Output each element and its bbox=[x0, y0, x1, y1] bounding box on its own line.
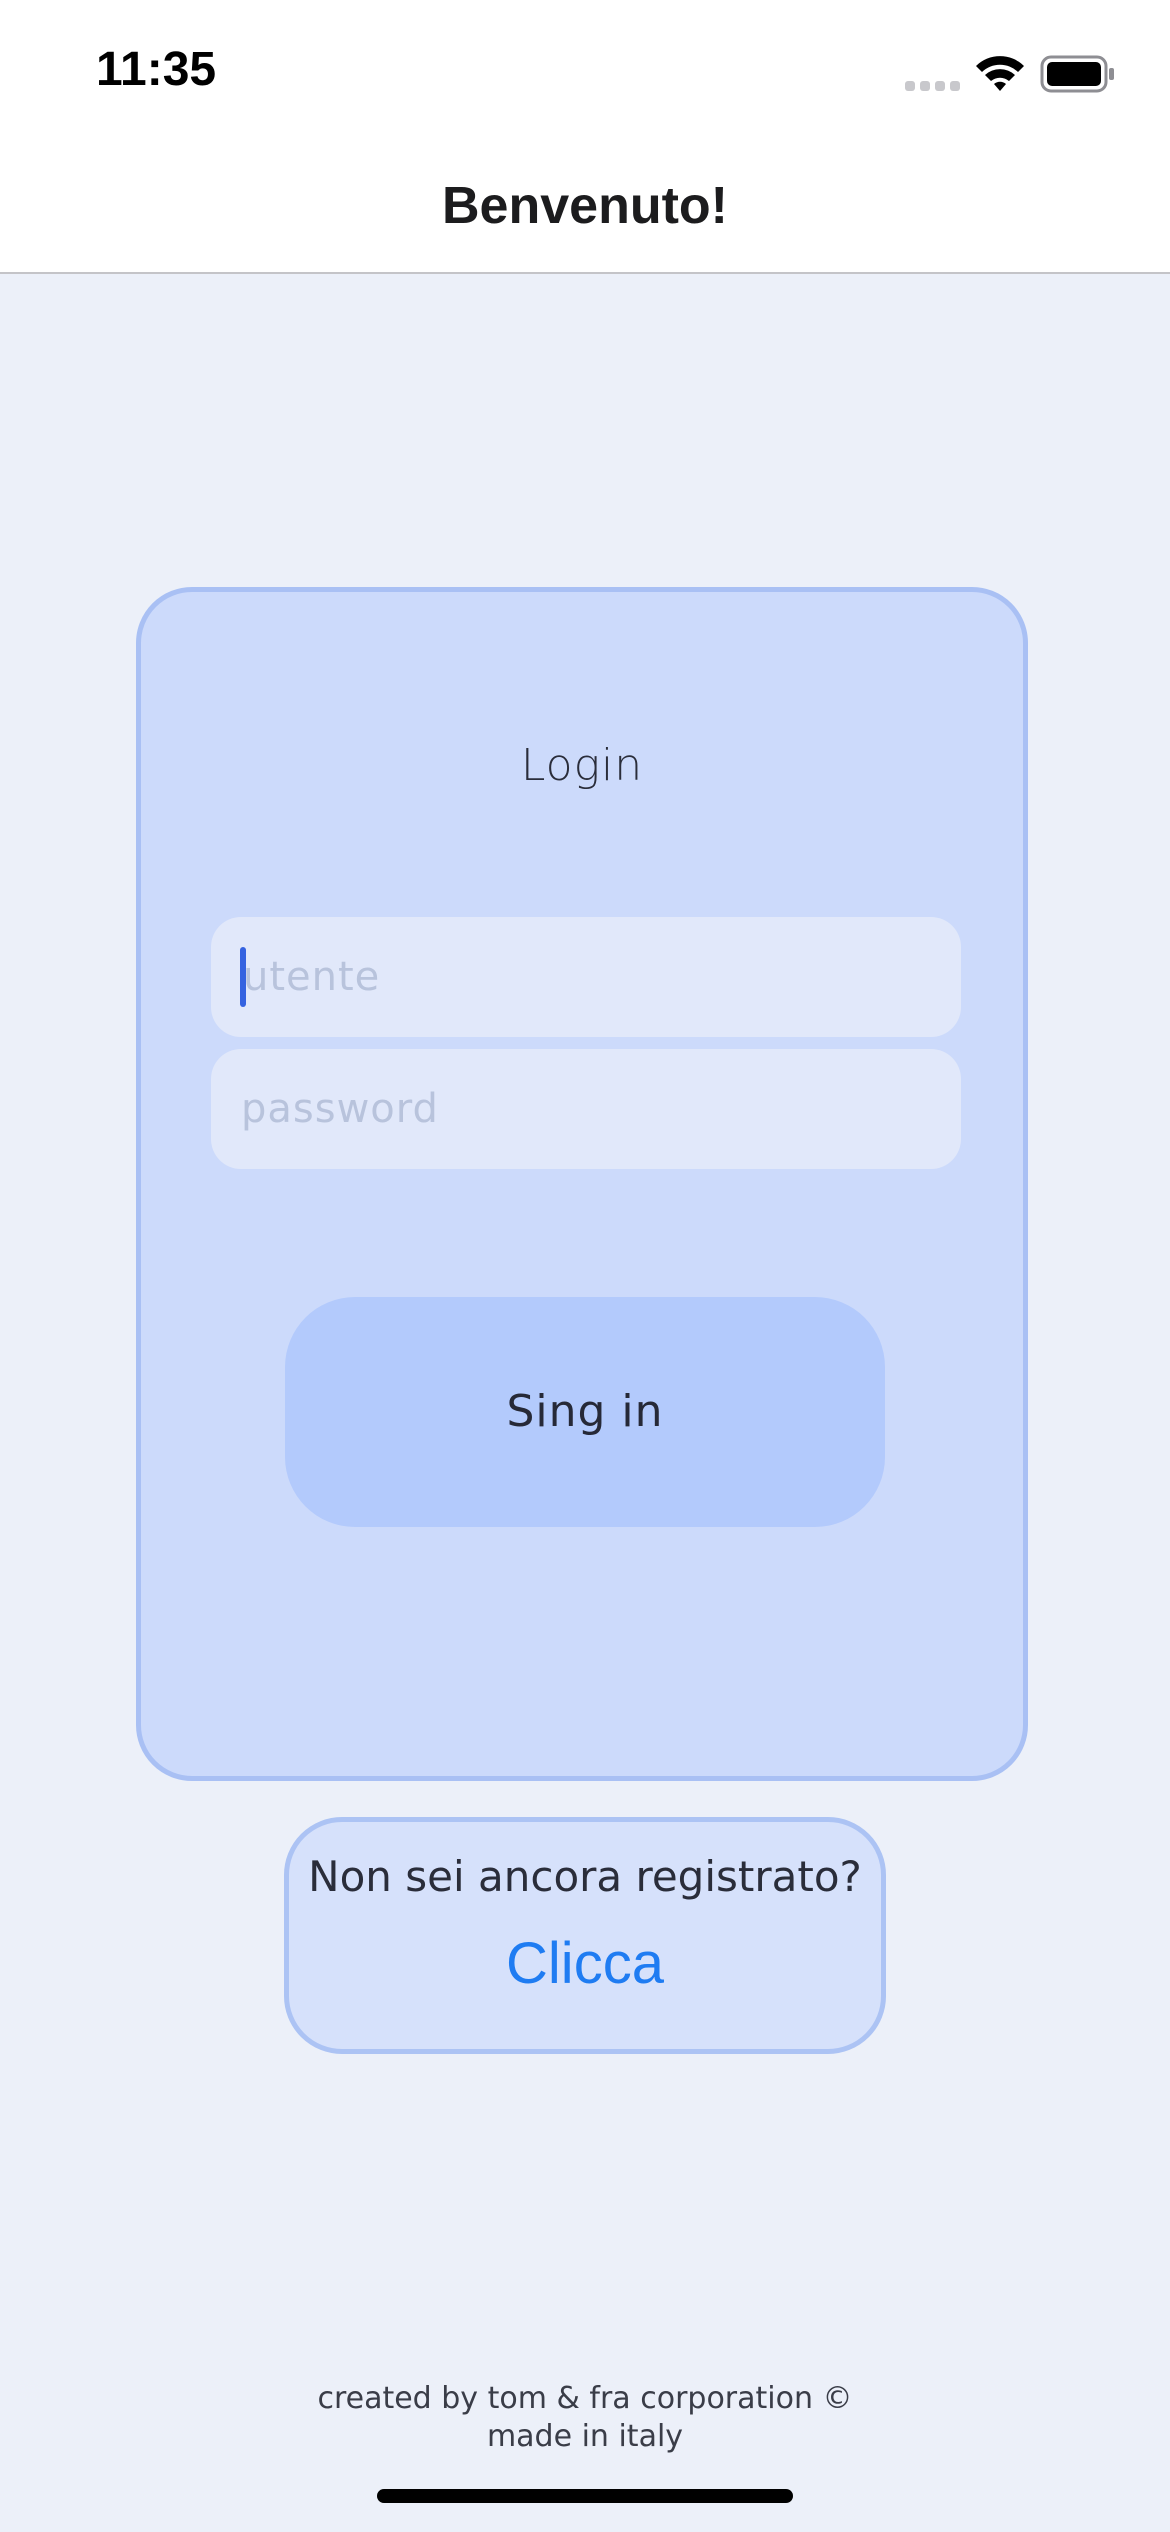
status-bar: 11:35 bbox=[0, 0, 1170, 140]
register-box: Non sei ancora registrato? Clicca bbox=[284, 1817, 886, 2054]
footer: created by tom & fra corporation © made … bbox=[0, 2380, 1170, 2456]
status-time: 11:35 bbox=[96, 43, 217, 96]
footer-credits: created by tom & fra corporation © bbox=[317, 2381, 853, 2416]
navigation-bar: Benvenuto! bbox=[0, 140, 1170, 274]
register-link[interactable]: Clicca bbox=[289, 1930, 881, 1997]
login-card: Login utente password Sing in bbox=[136, 587, 1028, 1781]
text-cursor bbox=[240, 947, 246, 1007]
home-indicator[interactable] bbox=[377, 2489, 793, 2503]
page-title: Benvenuto! bbox=[442, 177, 728, 235]
signin-button[interactable]: Sing in bbox=[285, 1297, 885, 1527]
footer-made-in: made in italy bbox=[486, 2419, 684, 2454]
register-question: Non sei ancora registrato? bbox=[308, 1852, 862, 1901]
password-placeholder: password bbox=[241, 1086, 439, 1132]
login-title: Login bbox=[520, 740, 644, 791]
username-field[interactable]: utente bbox=[211, 917, 961, 1037]
cellular-signal-icon bbox=[905, 81, 960, 91]
battery-icon bbox=[1040, 55, 1114, 93]
wifi-icon bbox=[976, 56, 1024, 91]
username-placeholder: utente bbox=[243, 954, 381, 1000]
password-field[interactable]: password bbox=[211, 1049, 961, 1169]
